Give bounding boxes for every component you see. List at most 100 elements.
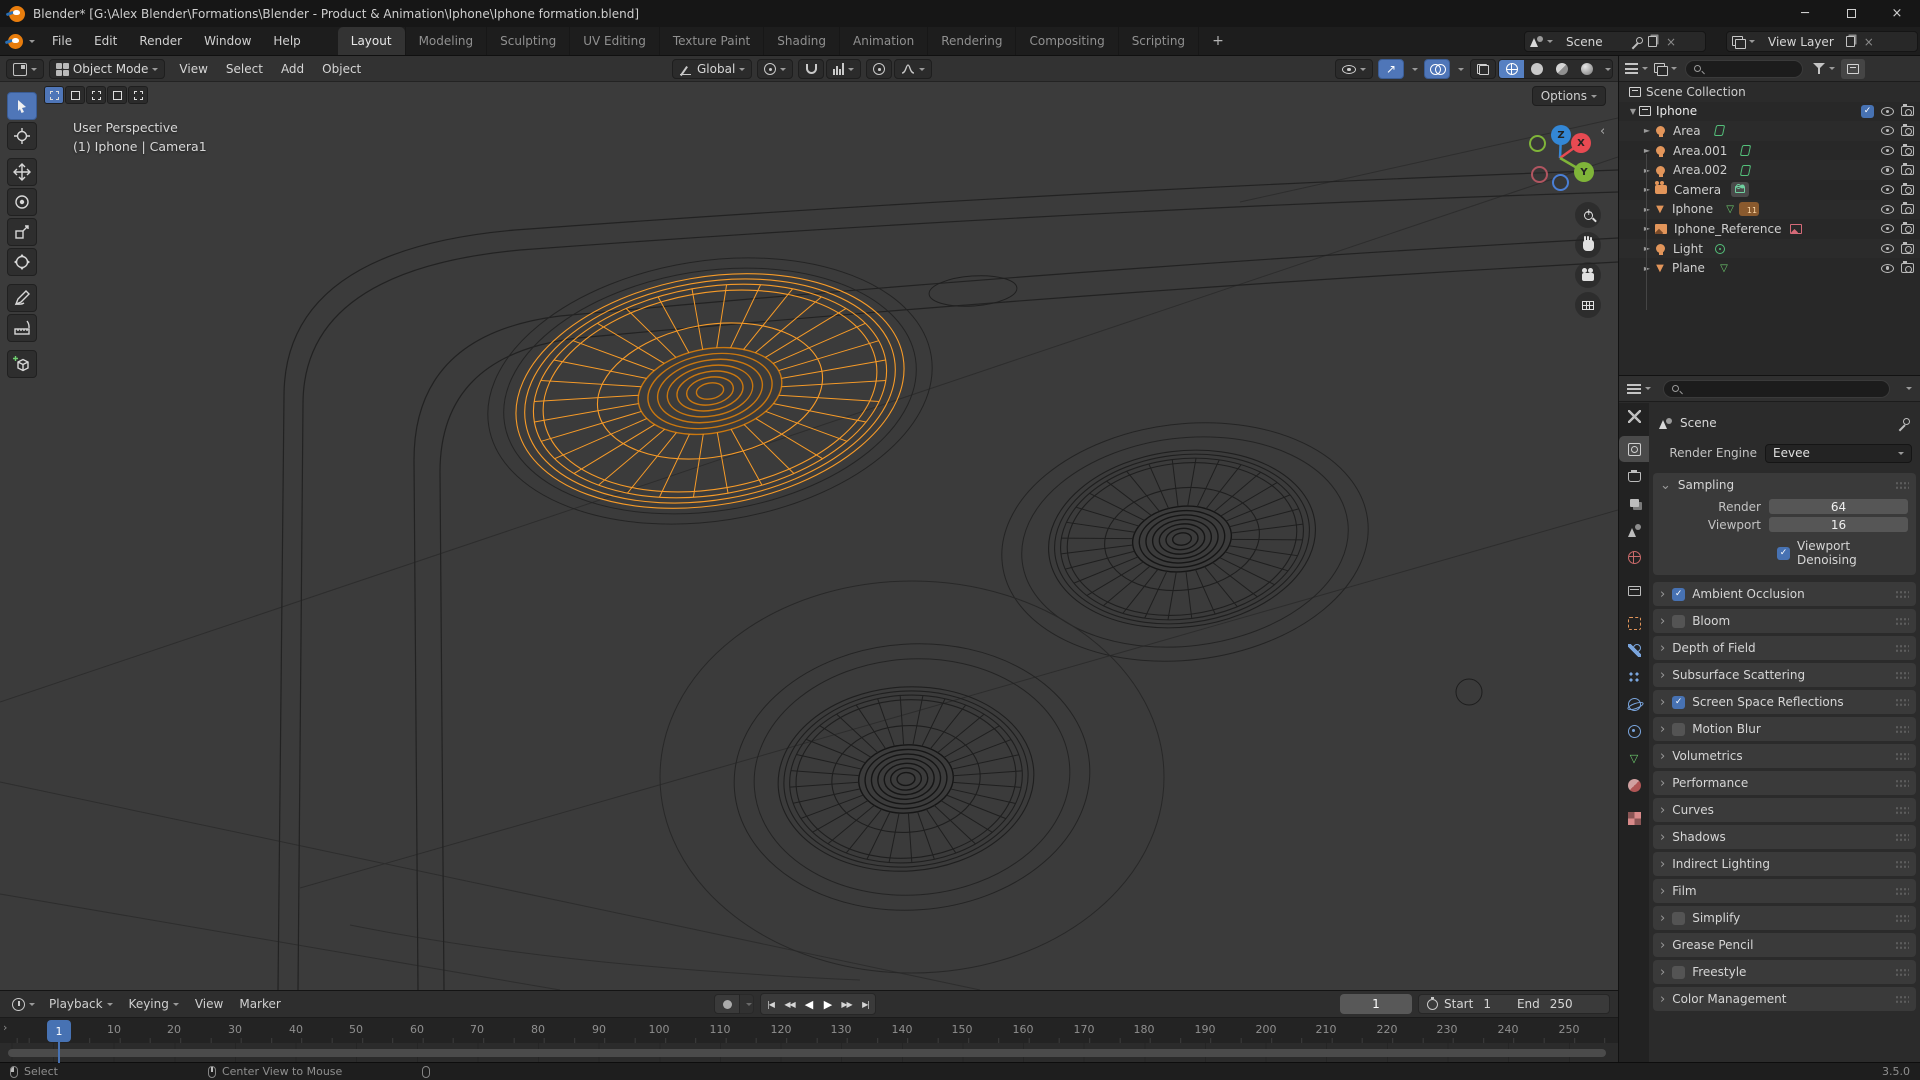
show-gizmo-toggle[interactable]: ↗ xyxy=(1378,59,1404,79)
close-button[interactable]: × xyxy=(1874,0,1920,27)
outliner-row-iphone[interactable]: ► ▼ Iphone ▽ 11 xyxy=(1619,200,1920,220)
tab-compositing[interactable]: Compositing xyxy=(1015,27,1117,55)
delete-view-layer-icon[interactable]: × xyxy=(1859,35,1879,49)
panel-motion-blur[interactable]: ›Motion Blur xyxy=(1653,717,1916,741)
panel-curves[interactable]: ›Curves xyxy=(1653,798,1916,822)
options-button[interactable]: Options xyxy=(1532,86,1606,106)
proportional-edit-toggle[interactable] xyxy=(866,59,892,79)
tool-move[interactable] xyxy=(7,158,37,186)
outliner-row-collection-iphone[interactable]: ▼ Iphone ✓ xyxy=(1619,102,1920,122)
camera-view-button[interactable] xyxy=(1575,262,1601,288)
tab-material[interactable] xyxy=(1619,772,1649,798)
panel-film[interactable]: ›Film xyxy=(1653,879,1916,903)
editor-type-button[interactable] xyxy=(6,59,44,79)
auto-keying-dropdown[interactable] xyxy=(740,994,754,1014)
gizmo-axis-z[interactable]: Z xyxy=(1551,125,1571,145)
outliner-filter-button[interactable] xyxy=(1813,63,1835,74)
shading-rendered-button[interactable] xyxy=(1574,59,1599,79)
gizmo-axis-y[interactable]: Y xyxy=(1574,162,1594,182)
outliner-row-scene-collection[interactable]: Scene Collection xyxy=(1619,82,1920,102)
panel-screen-space-reflections[interactable]: ›✓Screen Space Reflections xyxy=(1653,690,1916,714)
panel-indirect-lighting[interactable]: ›Indirect Lighting xyxy=(1653,852,1916,876)
drag-handle-icon[interactable] xyxy=(1895,644,1909,653)
panel-color-management[interactable]: ›Color Management xyxy=(1653,987,1916,1011)
timeline-scrollbar[interactable] xyxy=(8,1049,1606,1057)
tab-texture-paint[interactable]: Texture Paint xyxy=(659,27,763,55)
tab-physics[interactable] xyxy=(1619,691,1649,717)
mode-dropdown[interactable]: Object Mode xyxy=(49,59,165,79)
minimize-button[interactable]: ─ xyxy=(1782,0,1828,27)
tool-annotate[interactable] xyxy=(7,284,37,312)
shading-material-button[interactable] xyxy=(1549,59,1574,79)
timeline-track[interactable] xyxy=(0,1043,1618,1063)
tab-object-data[interactable]: ▽ xyxy=(1619,745,1649,771)
gizmo-axis-neg-y[interactable] xyxy=(1529,135,1546,152)
new-scene-icon[interactable] xyxy=(1648,36,1657,47)
outliner-row-area002[interactable]: ► Area.002 xyxy=(1619,160,1920,180)
tab-uv-editing[interactable]: UV Editing xyxy=(569,27,659,55)
menu-marker[interactable]: Marker xyxy=(231,997,288,1011)
disable-render-icon[interactable] xyxy=(1901,263,1914,273)
panel-checkbox[interactable] xyxy=(1672,723,1685,736)
jump-to-start-button[interactable]: |◀ xyxy=(761,994,780,1014)
view-layer-selector[interactable]: View Layer × xyxy=(1726,31,1918,52)
navigation-gizmo[interactable]: Z X Y xyxy=(1510,108,1610,208)
menu-window[interactable]: Window xyxy=(193,27,262,55)
start-frame-field[interactable]: 1 xyxy=(1483,997,1491,1011)
select-set-button[interactable] xyxy=(44,86,64,104)
outliner-editor-type-button[interactable] xyxy=(1625,63,1648,74)
menu-file[interactable]: File xyxy=(41,27,83,55)
drag-handle-icon[interactable] xyxy=(1895,617,1909,626)
stopwatch-icon[interactable] xyxy=(1427,999,1438,1010)
tab-scene[interactable] xyxy=(1619,517,1649,543)
panel-grease-pencil[interactable]: ›Grease Pencil xyxy=(1653,933,1916,957)
tool-rotate[interactable] xyxy=(7,188,37,216)
tab-animation[interactable]: Animation xyxy=(839,27,927,55)
hide-eye-icon[interactable] xyxy=(1881,126,1894,135)
panel-checkbox[interactable] xyxy=(1672,912,1685,925)
panel-depth-of-field[interactable]: ›Depth of Field xyxy=(1653,636,1916,660)
tool-transform[interactable] xyxy=(7,248,37,276)
properties-editor-type-button[interactable] xyxy=(1627,383,1651,395)
disable-render-icon[interactable] xyxy=(1901,204,1914,214)
panel-simplify[interactable]: ›Simplify xyxy=(1653,906,1916,930)
disable-render-icon[interactable] xyxy=(1901,224,1914,234)
outliner-row-camera[interactable]: ► Camera xyxy=(1619,180,1920,200)
jump-to-end-button[interactable]: ▶| xyxy=(856,994,875,1014)
pin-icon[interactable] xyxy=(1631,37,1641,47)
new-collection-button[interactable] xyxy=(1841,59,1865,79)
panel-checkbox[interactable]: ✓ xyxy=(1672,588,1685,601)
sidebar-collapse-arrow[interactable]: ‹ xyxy=(1600,124,1605,139)
menu-select[interactable]: Select xyxy=(217,62,272,76)
timeline-ruler[interactable]: 1 10 20 30 40 50 60 70 80 90 100 110 120… xyxy=(0,1017,1618,1043)
tab-layout[interactable]: Layout xyxy=(338,27,405,55)
menu-playback[interactable]: Playback xyxy=(41,997,121,1011)
drag-handle-icon[interactable] xyxy=(1895,860,1909,869)
panel-sampling-header[interactable]: ⌄ Sampling xyxy=(1653,473,1916,497)
shading-solid-button[interactable] xyxy=(1524,59,1549,79)
object-visibility-dropdown[interactable] xyxy=(1335,59,1373,79)
gizmo-axis-neg-x[interactable] xyxy=(1531,166,1548,183)
menu-help[interactable]: Help xyxy=(262,27,311,55)
viewport-canvas[interactable] xyxy=(0,82,1618,990)
outliner-search-input[interactable] xyxy=(1685,60,1803,78)
disable-render-icon[interactable] xyxy=(1901,185,1914,195)
hide-eye-icon[interactable] xyxy=(1881,264,1894,273)
tab-constraints[interactable] xyxy=(1619,718,1649,744)
auto-keying-button[interactable] xyxy=(714,994,740,1014)
play-button[interactable]: ▶ xyxy=(818,994,837,1014)
menu-add[interactable]: Add xyxy=(272,62,313,76)
hide-eye-icon[interactable] xyxy=(1881,224,1894,233)
show-overlays-toggle[interactable] xyxy=(1424,59,1450,79)
timeline-collapse-arrow[interactable]: › xyxy=(3,1021,7,1034)
panel-subsurface-scattering[interactable]: ›Subsurface Scattering xyxy=(1653,663,1916,687)
ortho-toggle-button[interactable] xyxy=(1575,292,1601,318)
tool-select-box[interactable] xyxy=(7,92,37,120)
outliner-display-mode-button[interactable] xyxy=(1654,63,1677,74)
tool-measure[interactable] xyxy=(7,314,37,342)
properties-search-input[interactable] xyxy=(1663,380,1890,398)
playhead[interactable]: 1 xyxy=(47,1020,71,1042)
disclosure-icon[interactable]: ► xyxy=(1641,205,1653,214)
tab-output[interactable] xyxy=(1619,463,1649,489)
end-frame-field[interactable]: 250 xyxy=(1550,997,1573,1011)
